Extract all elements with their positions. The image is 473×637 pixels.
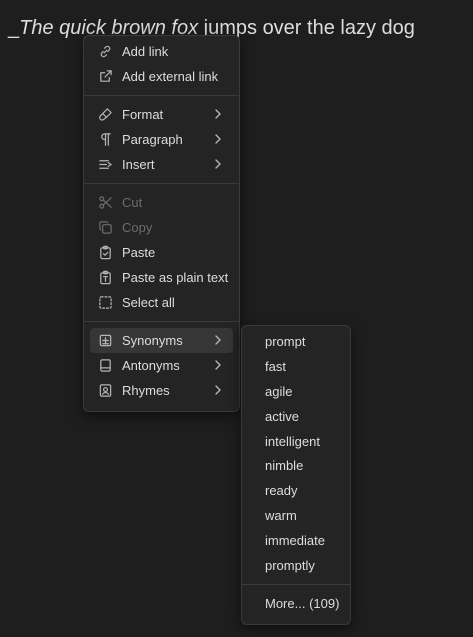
contact-icon xyxy=(98,383,113,398)
chevron-right-icon xyxy=(213,384,223,396)
synonym-item[interactable]: agile xyxy=(248,379,344,404)
menu-item-paragraph[interactable]: Paragraph xyxy=(90,127,233,152)
menu-item-cut[interactable]: Cut xyxy=(90,190,233,215)
clipboard-type-icon xyxy=(98,270,113,285)
list-insert-icon xyxy=(98,157,113,172)
menu-item-label: Add external link xyxy=(122,69,219,84)
menu-item-synonyms[interactable]: Synonyms xyxy=(90,328,233,353)
pilcrow-icon xyxy=(98,132,113,147)
synonym-item[interactable]: fast xyxy=(248,354,344,379)
menu-item-label: Synonyms xyxy=(122,333,183,348)
menu-item-label: Select all xyxy=(122,295,175,310)
menu-item-label: Insert xyxy=(122,157,155,172)
clipboard-check-icon xyxy=(98,245,113,260)
synonym-label: warm xyxy=(265,508,297,524)
chevron-right-icon xyxy=(213,359,223,371)
menu-item-format[interactable]: Format xyxy=(90,102,233,127)
menu-item-add-external-link[interactable]: Add external link xyxy=(90,64,233,89)
synonym-item[interactable]: ready xyxy=(248,478,344,503)
menu-item-add-link[interactable]: Add link xyxy=(90,39,233,64)
synonym-label: promptly xyxy=(265,557,315,573)
chevron-right-icon xyxy=(213,334,223,346)
synonym-item[interactable]: promptly xyxy=(248,553,344,578)
link-icon xyxy=(98,44,113,59)
menu-item-paste[interactable]: Paste xyxy=(90,240,233,265)
menu-item-label: Paste xyxy=(122,245,156,260)
scissors-icon xyxy=(98,195,113,210)
synonym-label: fast xyxy=(265,358,286,374)
synonym-label: immediate xyxy=(265,533,325,549)
plus-square-icon xyxy=(98,333,113,348)
synonyms-submenu: prompt fast agile active intelligent nim… xyxy=(241,325,351,625)
book-icon xyxy=(98,358,113,373)
external-link-icon xyxy=(98,69,113,84)
menu-item-label: Format xyxy=(122,107,164,122)
menu-separator xyxy=(84,321,239,322)
menu-separator xyxy=(242,583,350,585)
copy-icon xyxy=(98,220,113,235)
synonym-item[interactable]: nimble xyxy=(248,453,344,478)
synonym-item[interactable]: immediate xyxy=(248,528,344,553)
synonym-item[interactable]: warm xyxy=(248,503,344,528)
chevron-right-icon xyxy=(213,133,223,145)
more-synonyms-item[interactable]: More... (109) xyxy=(248,591,344,616)
menu-item-label: Antonyms xyxy=(122,358,180,373)
menu-item-label: Add link xyxy=(122,44,169,59)
synonym-label: active xyxy=(265,408,299,424)
synonym-label: agile xyxy=(265,383,293,399)
synonym-label: ready xyxy=(265,483,298,499)
synonym-label: nimble xyxy=(265,458,304,474)
synonym-item[interactable]: prompt xyxy=(248,329,344,354)
menu-item-label: Cut xyxy=(122,195,143,210)
synonym-label: intelligent xyxy=(265,433,320,449)
context-menu: Add link Add external link Format Paragr… xyxy=(83,35,240,412)
menu-item-rhymes[interactable]: Rhymes xyxy=(90,378,233,403)
menu-separator xyxy=(84,183,239,184)
menu-separator xyxy=(84,95,239,96)
menu-item-label: Paste as plain text xyxy=(122,270,229,285)
editor-leading-char: _ xyxy=(8,17,20,39)
more-synonyms-label: More... (109) xyxy=(265,595,340,611)
menu-item-select-all[interactable]: Select all xyxy=(90,290,233,315)
synonym-item[interactable]: intelligent xyxy=(248,429,344,454)
menu-item-paste-plain-text[interactable]: Paste as plain text xyxy=(90,265,233,290)
chevron-right-icon xyxy=(213,108,223,120)
menu-item-label: Paragraph xyxy=(122,132,183,147)
menu-item-copy[interactable]: Copy xyxy=(90,215,233,240)
chevron-right-icon xyxy=(213,158,223,170)
menu-item-label: Rhymes xyxy=(122,383,170,398)
paintbrush-icon xyxy=(98,107,113,122)
menu-item-insert[interactable]: Insert xyxy=(90,152,233,177)
menu-item-antonyms[interactable]: Antonyms xyxy=(90,353,233,378)
synonym-item[interactable]: active xyxy=(248,404,344,429)
synonym-label: prompt xyxy=(265,333,306,349)
select-all-icon xyxy=(98,295,113,310)
menu-item-label: Copy xyxy=(122,220,153,235)
